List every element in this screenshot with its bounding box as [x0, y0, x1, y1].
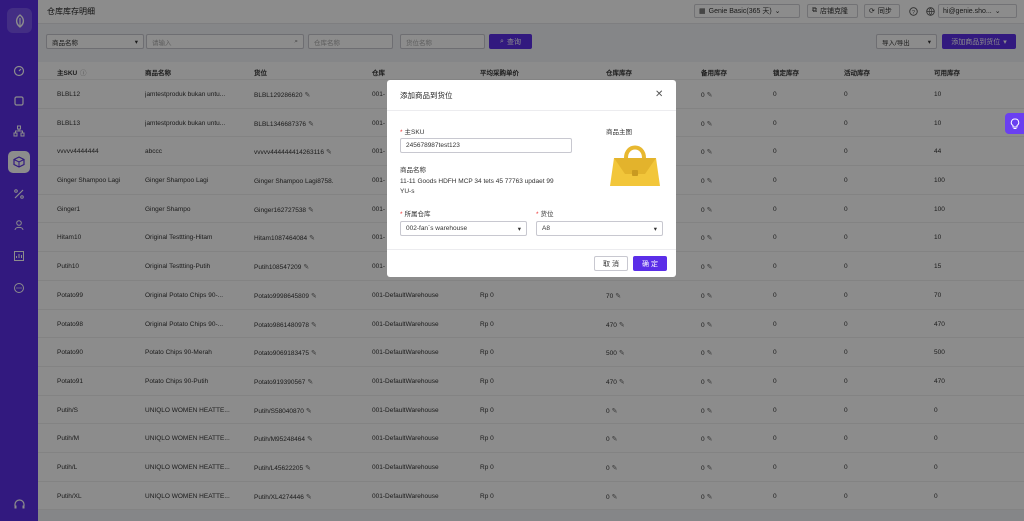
- caret-down-icon: ▾: [517, 225, 521, 233]
- close-icon[interactable]: ✕: [655, 89, 663, 100]
- caret-down-icon: ▾: [653, 225, 657, 233]
- sku-field-value: 245678987test123: [406, 142, 460, 149]
- name-label: 商品名称: [400, 167, 426, 174]
- cancel-button[interactable]: 取 消: [594, 256, 628, 271]
- sku-label-text: 主SKU: [404, 129, 425, 136]
- image-label: 商品主图: [606, 129, 632, 136]
- warehouse-select[interactable]: 002-fan`s warehouse ▾: [400, 221, 527, 236]
- location-select[interactable]: A8 ▾: [536, 221, 663, 236]
- lightbulb-icon[interactable]: [1005, 113, 1024, 134]
- location-select-value: A8: [542, 225, 550, 232]
- location-label-text: 货位: [540, 211, 554, 218]
- warehouse-label: * 所属仓库: [400, 211, 431, 218]
- sku-field[interactable]: 245678987test123: [400, 138, 572, 153]
- warehouse-select-value: 002-fan`s warehouse: [406, 225, 468, 232]
- product-name-value: 11-11 Goods HDFH MCP 34 tets 45 77763 up…: [400, 178, 554, 195]
- location-label: * 货位: [536, 211, 554, 218]
- modal-title: 添加商品到货位: [400, 91, 453, 100]
- product-image: [605, 136, 665, 192]
- sku-label: * 主SKU: [400, 129, 425, 136]
- warehouse-label-text: 所属仓库: [404, 211, 431, 218]
- add-to-location-modal: 添加商品到货位 ✕ * 主SKU 245678987test123 商品主图 商品…: [387, 80, 676, 277]
- confirm-button[interactable]: 确 定: [633, 256, 667, 271]
- modal-divider: [387, 110, 676, 111]
- modal-footer-divider: [387, 249, 676, 250]
